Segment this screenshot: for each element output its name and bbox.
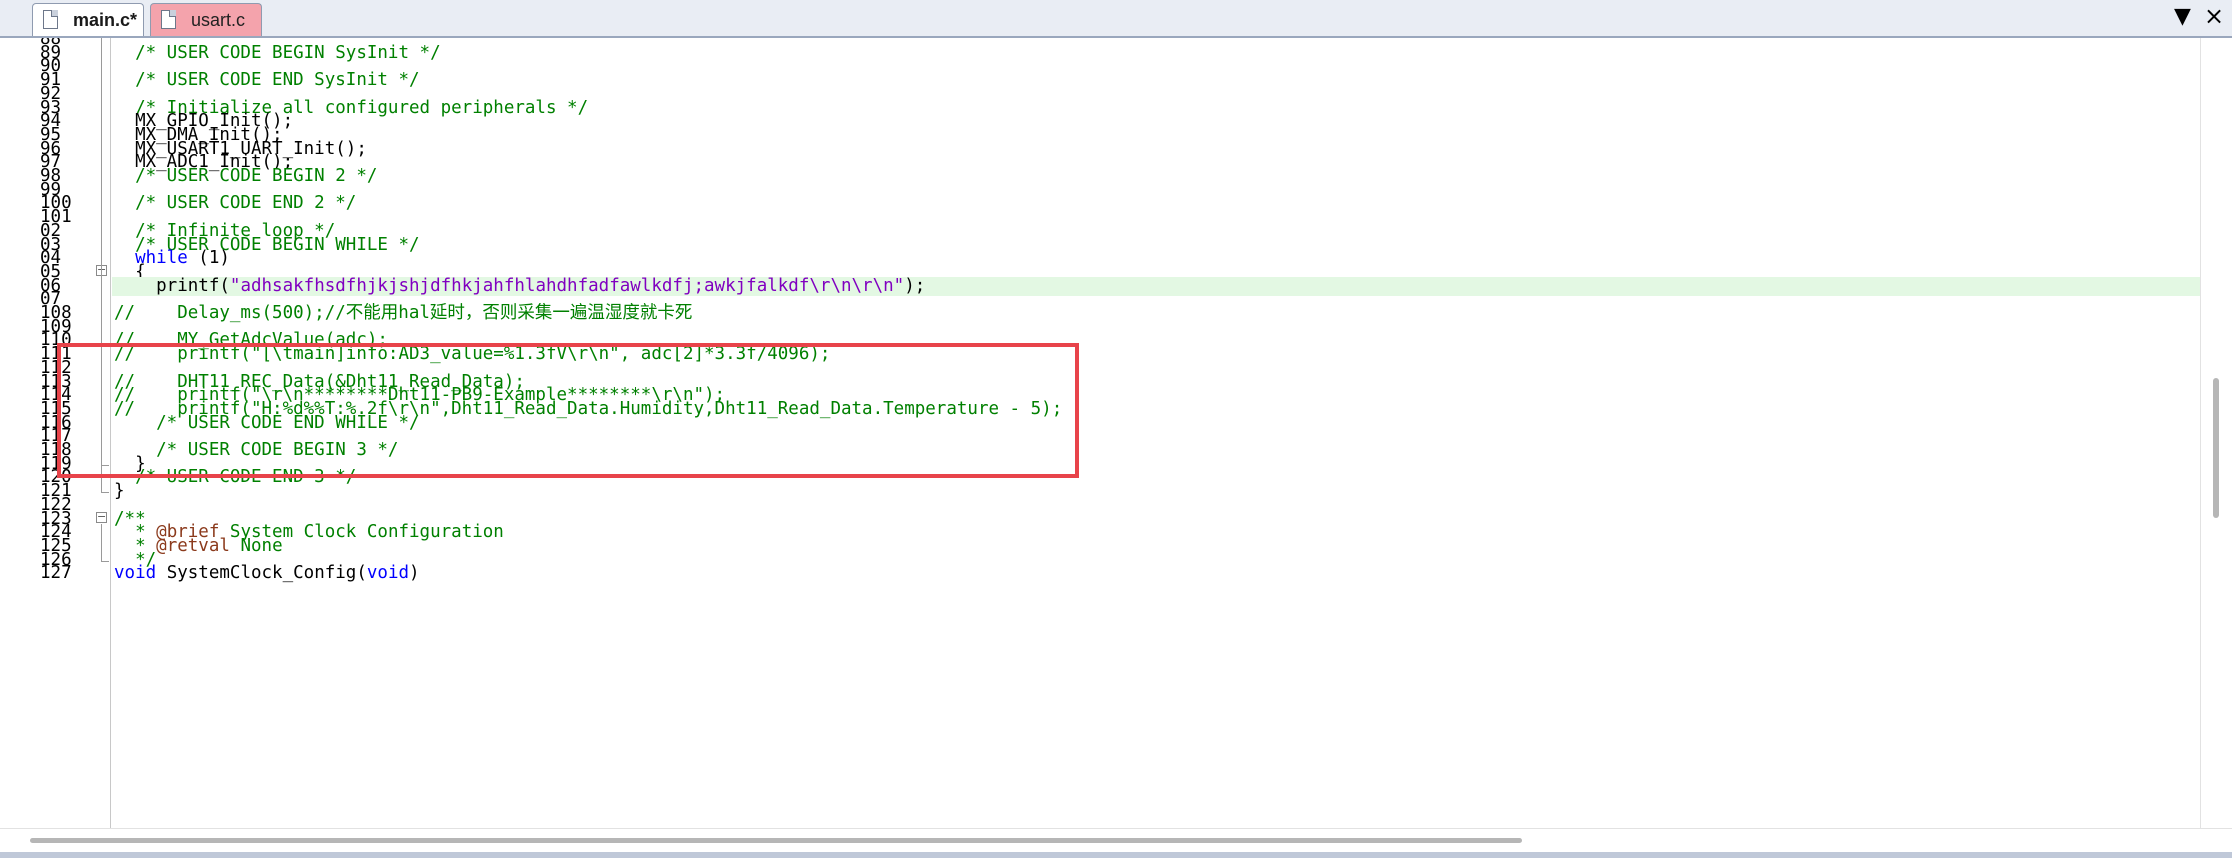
vertical-scrollbar-thumb[interactable]: [2213, 378, 2219, 518]
fold-guide-end: [101, 560, 109, 562]
file-icon: [161, 10, 176, 29]
tab-label: usart.c: [191, 10, 246, 30]
tab-label: main.c*: [73, 10, 138, 30]
vertical-scrollbar[interactable]: [2200, 38, 2232, 828]
tab-main-c[interactable]: main.c*: [32, 3, 144, 36]
line-text: void SystemClock_Config(void): [114, 563, 420, 584]
horizontal-scrollbar-thumb[interactable]: [30, 838, 1522, 843]
code-editor[interactable]: 88 89 /* USER CODE BEGIN SysInit */90 91 /…: [0, 38, 2232, 828]
tab-usart-c[interactable]: usart.c: [150, 3, 262, 36]
file-icon: [43, 10, 58, 29]
fold-guide: [101, 523, 102, 561]
window-bottom-border: [0, 852, 2232, 858]
fold-toggle-icon[interactable]: −: [96, 511, 107, 523]
code-line[interactable]: 127 void SystemClock_Config(void): [0, 564, 2200, 584]
fold-guide-end: [101, 492, 109, 494]
annotation-highlight-box: [57, 343, 1079, 478]
line-number: 127: [40, 563, 72, 584]
chevron-down-icon[interactable]: ▼: [2174, 4, 2191, 29]
close-icon[interactable]: ×: [2204, 2, 2224, 30]
tab-bar: main.c* usart.c ▼ ×: [0, 0, 2232, 38]
